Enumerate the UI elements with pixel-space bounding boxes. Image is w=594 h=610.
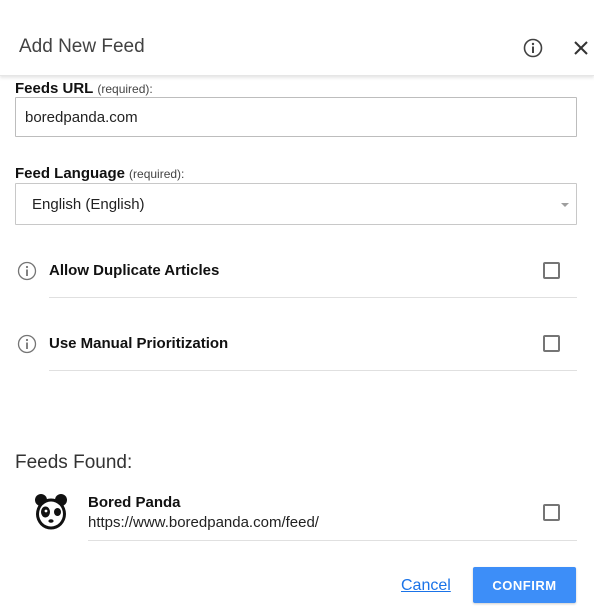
feed-language-select[interactable]: English (English) <box>15 183 577 225</box>
info-icon[interactable] <box>523 38 543 58</box>
option-allow-duplicate-articles: Allow Duplicate Articles <box>0 245 594 295</box>
option-label: Use Manual Prioritization <box>49 335 229 352</box>
feed-name: Bored Panda <box>88 494 181 511</box>
feed-select-checkbox[interactable] <box>543 504 560 521</box>
info-circle-icon[interactable] <box>17 261 37 281</box>
feeds-url-required-note: (required): <box>97 82 153 96</box>
feeds-url-label-text: Feeds URL <box>15 80 94 97</box>
close-icon[interactable] <box>573 40 589 56</box>
option-label: Allow Duplicate Articles <box>49 262 220 279</box>
allow-duplicate-articles-checkbox[interactable] <box>543 262 560 279</box>
option-use-manual-prioritization: Use Manual Prioritization <box>0 318 594 368</box>
dialog-title: Add New Feed <box>19 36 145 57</box>
chevron-down-icon <box>561 203 569 207</box>
panda-logo-icon <box>35 494 67 530</box>
dialog-header: Add New Feed <box>0 0 594 76</box>
feed-url: https://www.boredpanda.com/feed/ <box>88 514 319 531</box>
confirm-button[interactable]: CONFIRM <box>473 567 576 603</box>
feed-language-required-note: (required): <box>129 167 185 181</box>
divider <box>49 297 577 298</box>
divider <box>88 540 577 541</box>
divider <box>49 370 577 371</box>
info-circle-icon[interactable] <box>17 334 37 354</box>
feed-language-selected-value: English (English) <box>32 196 145 213</box>
feeds-url-label: Feeds URL (required): <box>15 80 153 97</box>
feeds-url-input[interactable] <box>15 97 577 137</box>
feed-language-label: Feed Language (required): <box>15 165 184 182</box>
feeds-found-heading: Feeds Found: <box>15 452 133 473</box>
feed-language-label-text: Feed Language <box>15 165 126 182</box>
cancel-button[interactable]: Cancel <box>401 577 451 595</box>
use-manual-prioritization-checkbox[interactable] <box>543 335 560 352</box>
